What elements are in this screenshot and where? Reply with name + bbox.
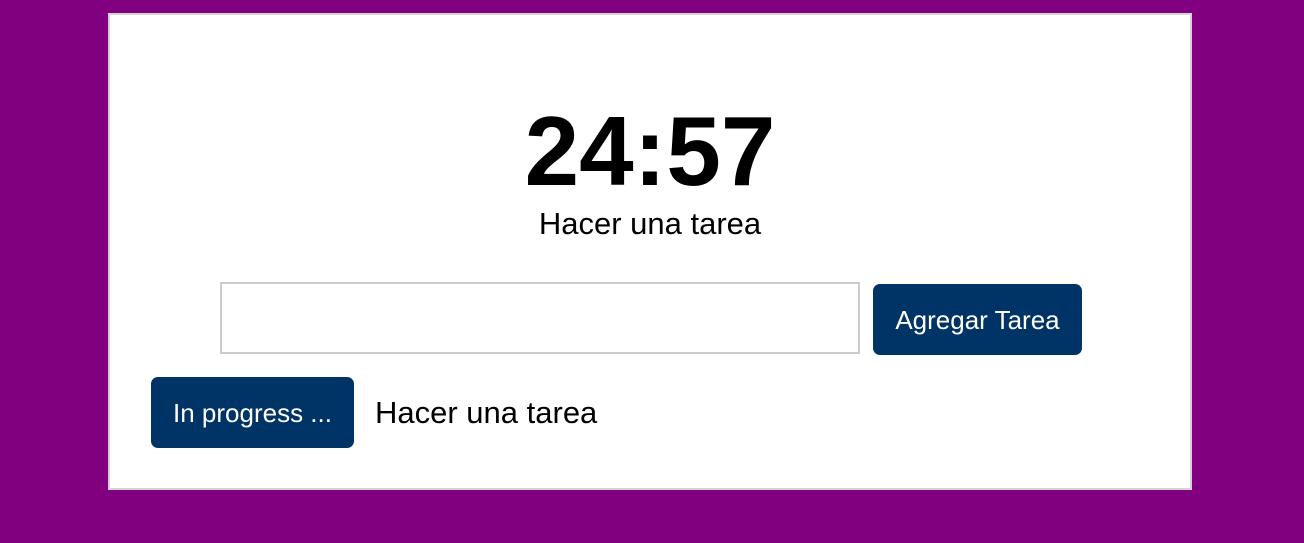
task-name: Hacer una tarea xyxy=(375,394,598,430)
pomodoro-card: 24:57 Hacer una tarea Agregar Tarea In p… xyxy=(108,13,1192,490)
task-list-item: In progress ... Hacer una tarea xyxy=(151,377,597,448)
timer-display: 24:57 xyxy=(524,96,776,206)
task-status-button[interactable]: In progress ... xyxy=(151,377,354,448)
current-task-title: Hacer una tarea xyxy=(538,206,762,241)
add-task-button[interactable]: Agregar Tarea xyxy=(873,284,1082,355)
task-input[interactable] xyxy=(220,282,860,354)
